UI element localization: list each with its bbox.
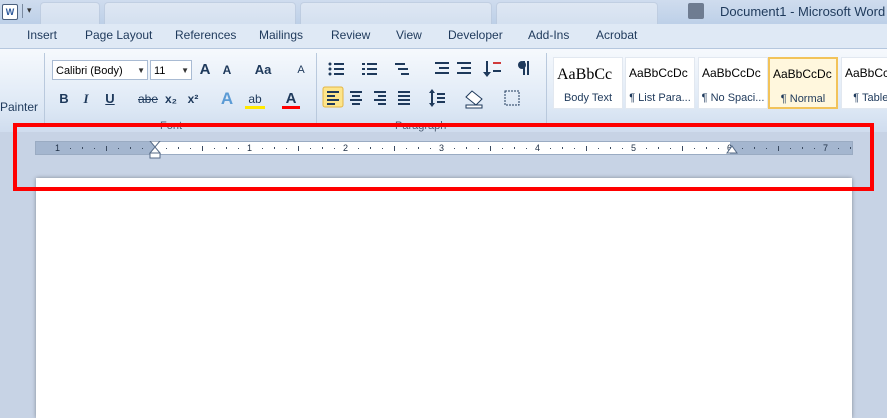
- style-preview: AaBbCcDc: [773, 67, 832, 81]
- font-size-combo[interactable]: 11 ▼: [150, 60, 192, 80]
- style-name: ¶ Table P: [853, 92, 887, 104]
- word-icon[interactable]: W: [2, 4, 18, 20]
- sort-icon[interactable]: [483, 61, 501, 77]
- italic-icon[interactable]: I: [78, 89, 94, 109]
- background-tab[interactable]: [496, 2, 658, 26]
- multilevel-list-icon[interactable]: [395, 63, 409, 75]
- bold-icon[interactable]: B: [56, 89, 72, 109]
- style-name: ¶ Normal: [780, 93, 826, 105]
- align-left-icon[interactable]: [322, 86, 344, 108]
- style-4[interactable]: AaBbCcDc ¶ Normal: [768, 57, 838, 109]
- title-bar: W ▾ Document1 - Microsoft Word n: [0, 0, 887, 26]
- group-separator: [546, 53, 547, 127]
- paragraph-controls: [322, 61, 529, 109]
- ribbon: Painter Calibri (Body) ▼ 11 ▼ A A Aa A B…: [0, 48, 887, 133]
- app-icon: [688, 3, 704, 19]
- superscript-icon[interactable]: x²: [184, 89, 202, 109]
- style-3[interactable]: AaBbCcDc ¶ No Spaci...: [698, 57, 768, 109]
- font-name-combo[interactable]: Calibri (Body) ▼: [52, 60, 148, 80]
- chevron-down-icon[interactable]: ▼: [181, 61, 189, 81]
- borders-icon[interactable]: [504, 90, 520, 106]
- justify-icon[interactable]: [398, 91, 410, 105]
- tab-insert[interactable]: Insert: [27, 28, 57, 42]
- background-browser-tabs: [40, 0, 680, 26]
- style-name: Body Text: [563, 92, 613, 104]
- customize-qat-icon[interactable]: ▾: [27, 5, 32, 16]
- tab-mailings[interactable]: Mailings: [259, 28, 303, 42]
- background-tab[interactable]: [40, 2, 100, 26]
- increase-indent-icon[interactable]: [457, 62, 471, 74]
- tab-references[interactable]: References: [175, 28, 236, 42]
- tab-developer[interactable]: Developer: [448, 28, 503, 42]
- tab-review[interactable]: Review: [331, 28, 370, 42]
- style-1[interactable]: AaBbCc Body Text: [553, 57, 623, 109]
- background-tab[interactable]: [104, 2, 296, 26]
- shading-icon[interactable]: [465, 90, 483, 109]
- style-name: ¶ List Para...: [629, 92, 691, 104]
- align-center-icon[interactable]: [350, 91, 362, 105]
- shrink-font-icon[interactable]: A: [219, 60, 235, 80]
- bullets-icon[interactable]: [328, 62, 345, 76]
- style-2[interactable]: AaBbCcDc ¶ List Para...: [625, 57, 695, 109]
- highlight-color-icon[interactable]: ab: [245, 89, 265, 109]
- grow-font-icon[interactable]: A: [197, 60, 213, 80]
- tab-view[interactable]: View: [396, 28, 422, 42]
- quick-access-toolbar: W ▾: [0, 0, 40, 24]
- numbering-icon[interactable]: [362, 63, 377, 75]
- font-size-value: 11: [154, 65, 166, 77]
- text-effects-icon[interactable]: A: [217, 89, 237, 109]
- ruler-highlight-box: [13, 123, 874, 191]
- underline-icon[interactable]: U: [102, 89, 118, 109]
- style-name: ¶ No Spaci...: [701, 92, 765, 104]
- show-formatting-marks-icon[interactable]: [518, 61, 529, 75]
- ribbon-tabs: Insert Page Layout References Mailings Revie…: [0, 24, 887, 48]
- style-preview: AaBbCcDc: [702, 66, 761, 80]
- format-painter-button[interactable]: Painter: [0, 100, 38, 114]
- group-separator: [316, 53, 317, 127]
- font-color-icon[interactable]: A: [282, 89, 300, 109]
- subscript-icon[interactable]: x₂: [162, 89, 180, 109]
- align-right-icon[interactable]: [374, 91, 386, 105]
- background-tab[interactable]: [300, 2, 492, 26]
- tab-add-ins[interactable]: Add-Ins: [528, 28, 569, 42]
- group-separator: [44, 53, 45, 127]
- line-spacing-icon[interactable]: [429, 89, 445, 107]
- clear-formatting-icon[interactable]: A: [291, 60, 311, 80]
- style-preview: AaBbCcDc: [845, 66, 887, 80]
- font-name-value: Calibri (Body): [56, 65, 123, 77]
- change-case-icon[interactable]: Aa: [250, 60, 276, 80]
- tab-acrobat[interactable]: Acrobat: [596, 28, 637, 42]
- tab-page-layout[interactable]: Page Layout: [85, 28, 152, 42]
- strikethrough-icon[interactable]: abe: [137, 89, 159, 109]
- decrease-indent-icon[interactable]: [435, 62, 449, 74]
- style-5[interactable]: AaBbCcDc ¶ Table P: [841, 57, 887, 109]
- document-page[interactable]: [36, 178, 852, 418]
- style-preview: AaBbCc: [557, 66, 613, 83]
- chevron-down-icon[interactable]: ▼: [137, 61, 145, 81]
- style-preview: AaBbCcDc: [629, 66, 688, 80]
- qat-separator: [22, 4, 23, 18]
- window-title: Document1 - Microsoft Word n: [720, 4, 887, 19]
